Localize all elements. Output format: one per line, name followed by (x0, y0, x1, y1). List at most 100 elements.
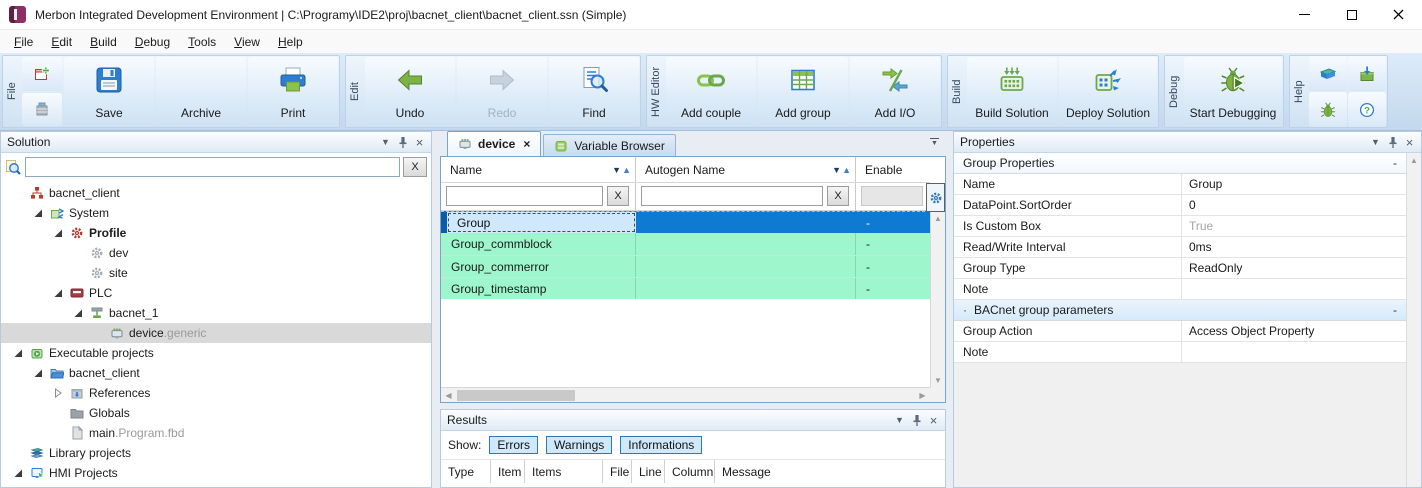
tree-item-references[interactable]: References (1, 383, 431, 403)
tree-item-dev[interactable]: dev (1, 243, 431, 263)
tab-list-menu-icon[interactable]: ▼ (930, 138, 939, 146)
panel-menu-icon[interactable]: ▼ (1367, 134, 1384, 151)
property-row-datapoint-sortorder[interactable]: DataPoint.SortOrder 0 (954, 195, 1406, 216)
sort-desc-icon[interactable]: ▼ (612, 165, 620, 175)
maximize-button[interactable] (1328, 0, 1375, 30)
pin-icon[interactable] (908, 412, 925, 429)
property-row-name[interactable]: Name Group (954, 174, 1406, 195)
archive-button[interactable]: Archive (156, 57, 246, 126)
check-updates-button[interactable] (1348, 56, 1386, 91)
cell-name[interactable]: Group_commblock (441, 233, 636, 255)
scroll-left-icon[interactable]: ◀ (441, 391, 456, 400)
cell-enable[interactable]: - (856, 233, 930, 255)
expander-expanded-icon[interactable] (29, 208, 47, 218)
solution-search-input[interactable] (25, 157, 400, 177)
name-filter-input[interactable] (446, 186, 603, 206)
collapse-icon[interactable]: - (1393, 156, 1397, 170)
tab-device[interactable]: device × (447, 131, 541, 156)
undo-button[interactable]: Undo (365, 57, 455, 126)
expander-expanded-icon[interactable] (49, 288, 67, 298)
sort-desc-icon[interactable]: ▼ (832, 165, 840, 175)
menu-edit[interactable]: Edit (42, 32, 81, 52)
scroll-down-icon[interactable]: ▼ (934, 376, 942, 385)
sort-asc-icon[interactable]: ▲ (842, 165, 850, 175)
cell-autogen[interactable] (636, 233, 856, 255)
property-row-group-type[interactable]: Group Type ReadOnly (954, 258, 1406, 279)
cell-name[interactable]: Group_commerror (441, 256, 636, 277)
tree-item-site[interactable]: site (1, 263, 431, 283)
grid-row-group-commblock[interactable]: Group_commblock - (441, 233, 930, 255)
tab-variable-browser[interactable]: Variable Browser (543, 134, 675, 156)
property-value[interactable]: Group (1182, 174, 1406, 194)
cell-autogen[interactable] (636, 278, 856, 299)
property-value[interactable]: Access Object Property (1182, 321, 1406, 341)
menu-debug[interactable]: Debug (126, 32, 179, 52)
property-value[interactable]: 0ms (1182, 237, 1406, 257)
results-column-line[interactable]: Line (632, 460, 665, 483)
property-row-read-write-interval[interactable]: Read/Write Interval 0ms (954, 237, 1406, 258)
menu-help[interactable]: Help (269, 32, 312, 52)
add-group-button[interactable]: Add group (758, 57, 848, 126)
menu-file[interactable]: File (5, 32, 42, 52)
property-value[interactable]: ReadOnly (1182, 258, 1406, 278)
properties-scrollbar[interactable]: ▲ (1406, 153, 1421, 487)
find-button[interactable]: Find (549, 57, 639, 126)
filter-warnings-button[interactable]: Warnings (546, 436, 612, 454)
autogen-filter-clear-button[interactable]: X (827, 186, 849, 206)
tree-item-device-generic[interactable]: device.generic (1, 323, 431, 343)
results-column-message[interactable]: Message (715, 460, 945, 483)
panel-close-icon[interactable]: × (1401, 134, 1418, 151)
cell-enable[interactable]: - (856, 278, 930, 299)
tree-item-profile[interactable]: Profile (1, 223, 431, 243)
results-column-item[interactable]: Item (491, 460, 525, 483)
new-project-button[interactable] (22, 57, 62, 91)
scroll-right-icon[interactable]: ▶ (915, 391, 930, 400)
about-button[interactable]: ? (1348, 92, 1386, 127)
tree-item-plc[interactable]: PLC (1, 283, 431, 303)
grid-settings-button[interactable] (926, 183, 945, 212)
section-bacnet-group-parameters[interactable]: · BACnet group parameters - (954, 300, 1406, 321)
deploy-solution-button[interactable]: Deploy Solution (1059, 57, 1157, 126)
scrollbar-thumb[interactable] (457, 390, 575, 401)
tree-item-main-program[interactable]: main.Program.fbd (1, 423, 431, 443)
tree-item-bacnet-client-hmi[interactable]: bacnet_client (1, 483, 431, 487)
filter-errors-button[interactable]: Errors (489, 436, 538, 454)
sort-asc-icon[interactable]: ▲ (622, 165, 630, 175)
property-row-group-action[interactable]: Group Action Access Object Property (954, 321, 1406, 342)
expander-expanded-icon[interactable] (9, 348, 27, 358)
cell-autogen[interactable] (636, 212, 856, 233)
property-row-note-2[interactable]: Note (954, 342, 1406, 363)
tree-item-executable-projects[interactable]: Executable projects (1, 343, 431, 363)
pin-icon[interactable] (1384, 134, 1401, 151)
property-value[interactable]: 0 (1182, 195, 1406, 215)
section-group-properties[interactable]: Group Properties - (954, 153, 1406, 174)
menu-build[interactable]: Build (81, 32, 126, 52)
property-value[interactable] (1182, 279, 1406, 299)
tree-item-hmi-projects[interactable]: HMI Projects (1, 463, 431, 483)
panel-close-icon[interactable]: × (411, 134, 428, 151)
scroll-up-icon[interactable]: ▲ (1410, 156, 1418, 487)
tab-close-icon[interactable]: × (523, 137, 530, 151)
tree-item-bacnet-1[interactable]: bacnet_1 (1, 303, 431, 323)
expander-expanded-icon[interactable] (69, 308, 87, 318)
property-value[interactable] (1182, 342, 1406, 362)
expander-collapsed-icon[interactable] (49, 388, 67, 398)
add-couple-button[interactable]: Add couple (666, 57, 756, 126)
cell-autogen[interactable] (636, 256, 856, 277)
collapse-icon[interactable]: - (1393, 303, 1397, 317)
menu-tools[interactable]: Tools (179, 32, 225, 52)
expander-expanded-icon[interactable] (49, 228, 67, 238)
print-button[interactable]: Print (248, 57, 338, 126)
manual-button[interactable] (1309, 56, 1347, 91)
results-column-column[interactable]: Column (665, 460, 715, 483)
report-bug-button[interactable] (1309, 92, 1347, 127)
expander-expanded-icon[interactable] (29, 368, 47, 378)
minimize-button[interactable] (1281, 0, 1328, 30)
grid-row-group[interactable]: Group - (441, 211, 930, 233)
grid-row-group-timestamp[interactable]: Group_timestamp - (441, 277, 930, 299)
panel-menu-icon[interactable]: ▼ (377, 134, 394, 151)
save-button[interactable]: Save (64, 57, 154, 126)
build-solution-button[interactable]: Build Solution (967, 57, 1057, 126)
column-header-autogen-name[interactable]: Autogen Name ▼▲ (636, 157, 856, 182)
panel-close-icon[interactable]: × (925, 412, 942, 429)
